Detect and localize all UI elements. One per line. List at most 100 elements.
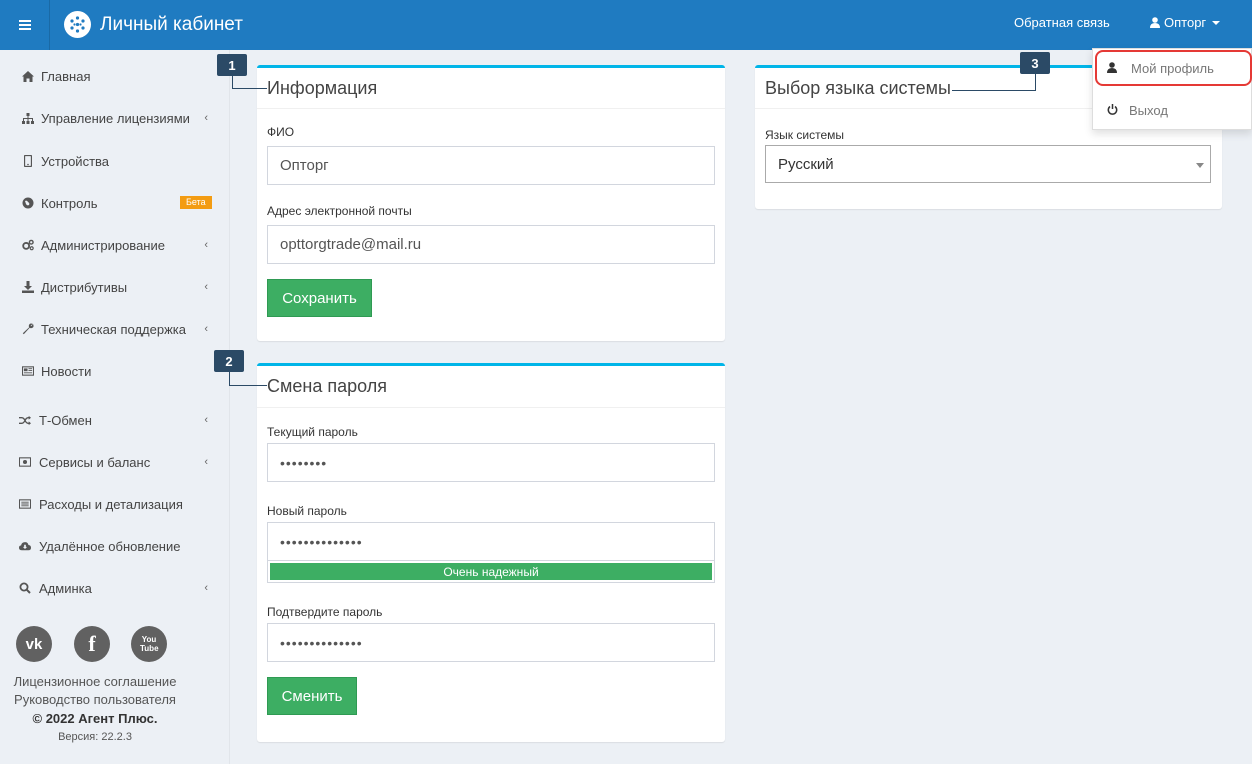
facebook-link[interactable]: f: [74, 626, 110, 662]
search-icon: [19, 582, 31, 594]
user-icon: [1150, 17, 1160, 28]
select-arrow-icon: [1196, 163, 1204, 168]
save-button[interactable]: Сохранить: [267, 279, 372, 317]
password-box: Смена пароля Текущий пароль •••••••• Нов…: [257, 363, 725, 742]
sidebar-item-label: Управление лицензиями: [41, 110, 190, 126]
callout-1: 1: [217, 54, 247, 76]
info-box-title: Информация: [267, 78, 378, 98]
sidebar-item-label: Удалённое обновление: [39, 538, 181, 554]
current-password-input[interactable]: ••••••••: [267, 443, 715, 482]
user-menu-toggle[interactable]: Опторг: [1150, 15, 1221, 30]
email-input[interactable]: opttorgtrade@mail.ru: [267, 225, 715, 264]
feedback-link[interactable]: Обратная связь: [1014, 15, 1110, 30]
chevron-left-icon: ‹: [204, 414, 208, 426]
power-icon: [1107, 103, 1118, 118]
chevron-left-icon: ‹: [204, 239, 208, 251]
sidebar-item-support[interactable]: Техническая поддержка ‹: [0, 314, 230, 344]
sidebar-toggle-button[interactable]: [0, 0, 50, 50]
confirm-password-input[interactable]: ••••••••••••••: [267, 623, 715, 662]
sidebar-item-news[interactable]: Новости: [0, 356, 230, 386]
youtube-link[interactable]: You Tube: [131, 626, 167, 662]
chevron-left-icon: ‹: [204, 456, 208, 468]
sidebar-item-label: Админка: [39, 580, 92, 596]
home-icon: [22, 70, 34, 82]
sidebar-item-devices[interactable]: Устройства: [0, 146, 230, 176]
info-box-header: Информация: [257, 68, 725, 109]
callout-1-connector: [232, 76, 267, 89]
confirm-password-label: Подтвердите пароль: [267, 605, 383, 619]
fio-label: ФИО: [267, 125, 295, 139]
sidebar-item-expenses[interactable]: Расходы и детализация: [0, 489, 230, 519]
shuffle-icon: [19, 414, 31, 426]
fio-input[interactable]: Опторг: [267, 146, 715, 185]
callout-3-connector: [952, 74, 1036, 91]
sidebar-item-label: Новости: [41, 363, 92, 379]
youtube-icon: You Tube: [140, 635, 159, 653]
download-icon: [22, 281, 34, 293]
logout-menu-item[interactable]: Выход: [1093, 92, 1252, 128]
profile-highlight-frame: [1095, 50, 1252, 86]
email-label: Адрес электронной почты: [267, 204, 412, 218]
new-password-label: Новый пароль: [267, 504, 347, 518]
vk-icon: vk: [25, 635, 43, 653]
password-box-title: Смена пароля: [267, 376, 387, 396]
wrench-icon: [22, 323, 34, 335]
version-text: Версия: 22.2.3: [58, 731, 132, 743]
sidebar-item-control[interactable]: Контроль Бета: [0, 188, 230, 218]
sidebar: Главная Управление лицензиями ‹ Устройст…: [0, 50, 230, 764]
money-icon: [19, 456, 31, 468]
info-box: Информация ФИО Опторг Адрес электронной …: [257, 65, 725, 341]
sidebar-item-label: Дистрибутивы: [41, 279, 128, 295]
sitemap-icon: [22, 112, 34, 124]
callout-3: 3: [1020, 52, 1050, 74]
cogs-icon: [22, 239, 34, 251]
sidebar-item-label: Контроль: [41, 195, 98, 211]
newspaper-icon: [22, 365, 34, 377]
caret-down-icon: [1212, 20, 1221, 25]
password-strength-label: Очень надежный: [270, 563, 712, 580]
sidebar-item-t-exchange[interactable]: Т-Обмен ‹: [0, 405, 230, 435]
menu-icon: [18, 20, 31, 30]
sidebar-item-remote-update[interactable]: Удалённое обновление: [0, 531, 230, 561]
mobile-icon: [22, 155, 34, 167]
user-manual-link[interactable]: Руководство пользователя: [0, 692, 190, 707]
sidebar-item-label: Т-Обмен: [39, 412, 92, 428]
facebook-icon: f: [88, 631, 96, 656]
sidebar-item-distributions[interactable]: Дистрибутивы ‹: [0, 272, 230, 302]
vk-link[interactable]: vk: [16, 626, 52, 662]
sidebar-item-administration[interactable]: Администрирование ‹: [0, 230, 230, 260]
user-name: Опторг: [1164, 15, 1207, 30]
sidebar-item-services-balance[interactable]: Сервисы и баланс ‹: [0, 447, 230, 477]
user-dropdown-menu: Мой профиль Выход: [1092, 48, 1252, 130]
sidebar-item-home[interactable]: Главная: [0, 61, 230, 91]
chevron-left-icon: ‹: [204, 281, 208, 293]
language-select-value: Русский: [778, 155, 834, 173]
current-password-label: Текущий пароль: [267, 425, 358, 439]
callout-2-connector: [229, 372, 267, 386]
logout-label: Выход: [1129, 102, 1168, 118]
sidebar-item-label: Администрирование: [41, 237, 165, 253]
copyright-text: © 2022 Агент Плюс.: [32, 711, 158, 726]
sidebar-item-licenses[interactable]: Управление лицензиями ‹: [0, 103, 230, 133]
brand[interactable]: Личный кабинет: [64, 11, 243, 38]
app-title: Личный кабинет: [100, 13, 243, 35]
language-select[interactable]: Русский: [765, 145, 1211, 183]
license-link[interactable]: Лицензионное соглашение: [0, 674, 190, 689]
logo-icon: [64, 11, 91, 38]
sidebar-item-label: Расходы и детализация: [39, 496, 183, 512]
sidebar-item-label: Устройства: [41, 153, 110, 169]
callout-2: 2: [214, 350, 244, 372]
chevron-left-icon: ‹: [204, 582, 208, 594]
new-password-input[interactable]: ••••••••••••••: [267, 522, 715, 561]
password-strength-meter: Очень надежный: [267, 561, 715, 583]
chevron-left-icon: ‹: [204, 112, 208, 124]
cloud-download-icon: [19, 540, 31, 552]
language-label: Язык системы: [765, 128, 844, 142]
chevron-left-icon: ‹: [204, 323, 208, 335]
change-password-button[interactable]: Сменить: [267, 677, 357, 715]
sidebar-item-admin-panel[interactable]: Админка ‹: [0, 573, 230, 603]
password-box-header: Смена пароля: [257, 366, 725, 408]
globe-icon: [22, 197, 34, 209]
sidebar-item-label: Техническая поддержка: [41, 321, 186, 337]
beta-badge: Бета: [180, 196, 212, 209]
